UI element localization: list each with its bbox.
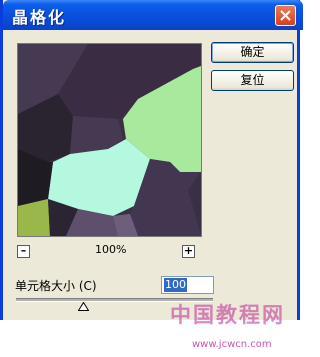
triangle-up-icon[interactable] [78,302,89,311]
watermark-text: 中国教程网 [170,303,285,327]
close-icon [280,10,291,21]
zoom-out-button[interactable]: – [17,245,30,258]
title-bar[interactable]: 晶格化 [3,0,303,30]
zoom-level: 100% [95,243,127,256]
reset-button[interactable]: 复位 [211,70,294,91]
cell-size-input[interactable]: 100 [161,276,214,294]
filter-preview[interactable] [17,43,202,237]
zoom-in-button[interactable]: + [182,245,195,258]
cell-size-label: 单元格大小 (C) [15,279,97,293]
crystallize-dialog: 晶格化 确定 复位 – 100% + 单元格大小 (C) 100 [0,0,303,320]
dialog-title: 晶格化 [12,8,67,27]
preview-image [18,44,201,236]
cell-size-value: 100 [164,278,187,292]
watermark: 中国教程网 www.jcwcn.com [152,297,300,357]
ok-button[interactable]: 确定 [211,42,294,63]
watermark-url: www.jcwcn.com [192,339,272,350]
close-button[interactable] [275,5,296,26]
